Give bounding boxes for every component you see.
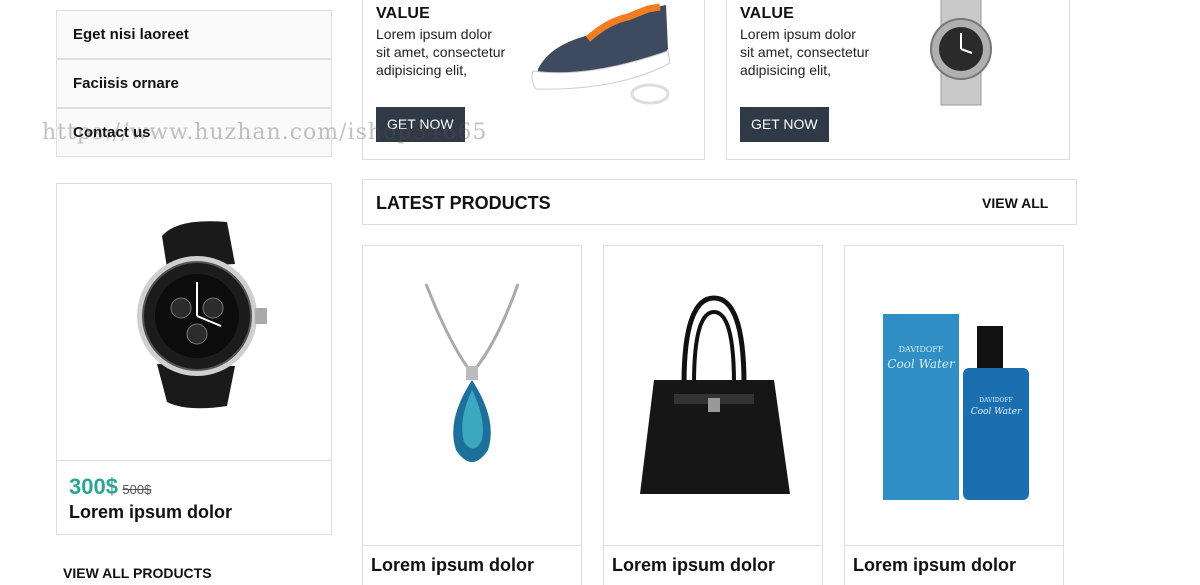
section-title: LATEST PRODUCTS (376, 193, 551, 213)
featured-product-card[interactable]: 300$ 500$ Lorem ipsum dolor (56, 183, 332, 535)
promo-text: Lorem ipsum dolor sit amet, consectetur … (376, 26, 506, 78)
product-name: Lorem ipsum dolor (612, 555, 776, 575)
old-price: 500$ (122, 482, 152, 497)
latest-products-header: LATEST PRODUCTS VIEW ALL (362, 179, 1077, 225)
sidebar-item-label: Faciisis ornare (73, 75, 179, 92)
svg-text:DAVIDOFF: DAVIDOFF (979, 397, 1013, 404)
handbag-image (640, 295, 790, 494)
promo-card-watch: VALUE Lorem ipsum dolor sit amet, consec… (726, 0, 1070, 160)
perfume-image: DAVIDOFF Cool Water DAVIDOFF Cool Water (883, 314, 1029, 500)
sneaker-image (531, 3, 671, 105)
svg-text:Cool Water: Cool Water (887, 357, 956, 371)
sidebar-item-label: Contact us (73, 124, 151, 141)
steel-watch-image (930, 0, 992, 106)
sidebar-item-faciisis[interactable]: Faciisis ornare (56, 59, 332, 108)
divider (57, 460, 331, 461)
necklace-image (424, 283, 520, 462)
product-name: Lorem ipsum dolor (853, 555, 1017, 575)
sidebar-item-label: Eget nisi laoreet (73, 26, 189, 43)
get-now-button[interactable]: GET NOW (740, 107, 829, 142)
view-all-products-link[interactable]: VIEW ALL PRODUCTS (63, 565, 212, 581)
product-card[interactable]: DAVIDOFF Cool Water DAVIDOFF Cool Water … (844, 245, 1064, 585)
leather-watch-image (137, 221, 267, 409)
sidebar-item-eget[interactable]: Eget nisi laoreet (56, 10, 332, 59)
divider (604, 545, 822, 546)
promo-text: Lorem ipsum dolor sit amet, consectetur … (740, 26, 870, 78)
svg-text:Cool Water: Cool Water (971, 407, 1022, 417)
divider (363, 545, 581, 546)
current-price: 300$ (69, 474, 118, 499)
view-all-link[interactable]: VIEW ALL (982, 195, 1048, 211)
product-name: Lorem ipsum dolor (371, 555, 535, 575)
product-card[interactable]: Lorem ipsum dolor (362, 245, 582, 585)
promo-card-sneaker: VALUE Lorem ipsum dolor sit amet, consec… (362, 0, 705, 160)
promo-title: VALUE (740, 5, 795, 22)
divider (845, 545, 1063, 546)
get-now-button[interactable]: GET NOW (376, 107, 465, 142)
promo-title: VALUE (376, 5, 431, 22)
product-card[interactable]: Lorem ipsum dolor (603, 245, 823, 585)
svg-text:DAVIDOFF: DAVIDOFF (899, 345, 944, 354)
sidebar-item-contact[interactable]: Contact us (56, 108, 332, 157)
featured-product-name: Lorem ipsum dolor (69, 502, 233, 522)
price-row: 300$ 500$ (69, 474, 151, 500)
